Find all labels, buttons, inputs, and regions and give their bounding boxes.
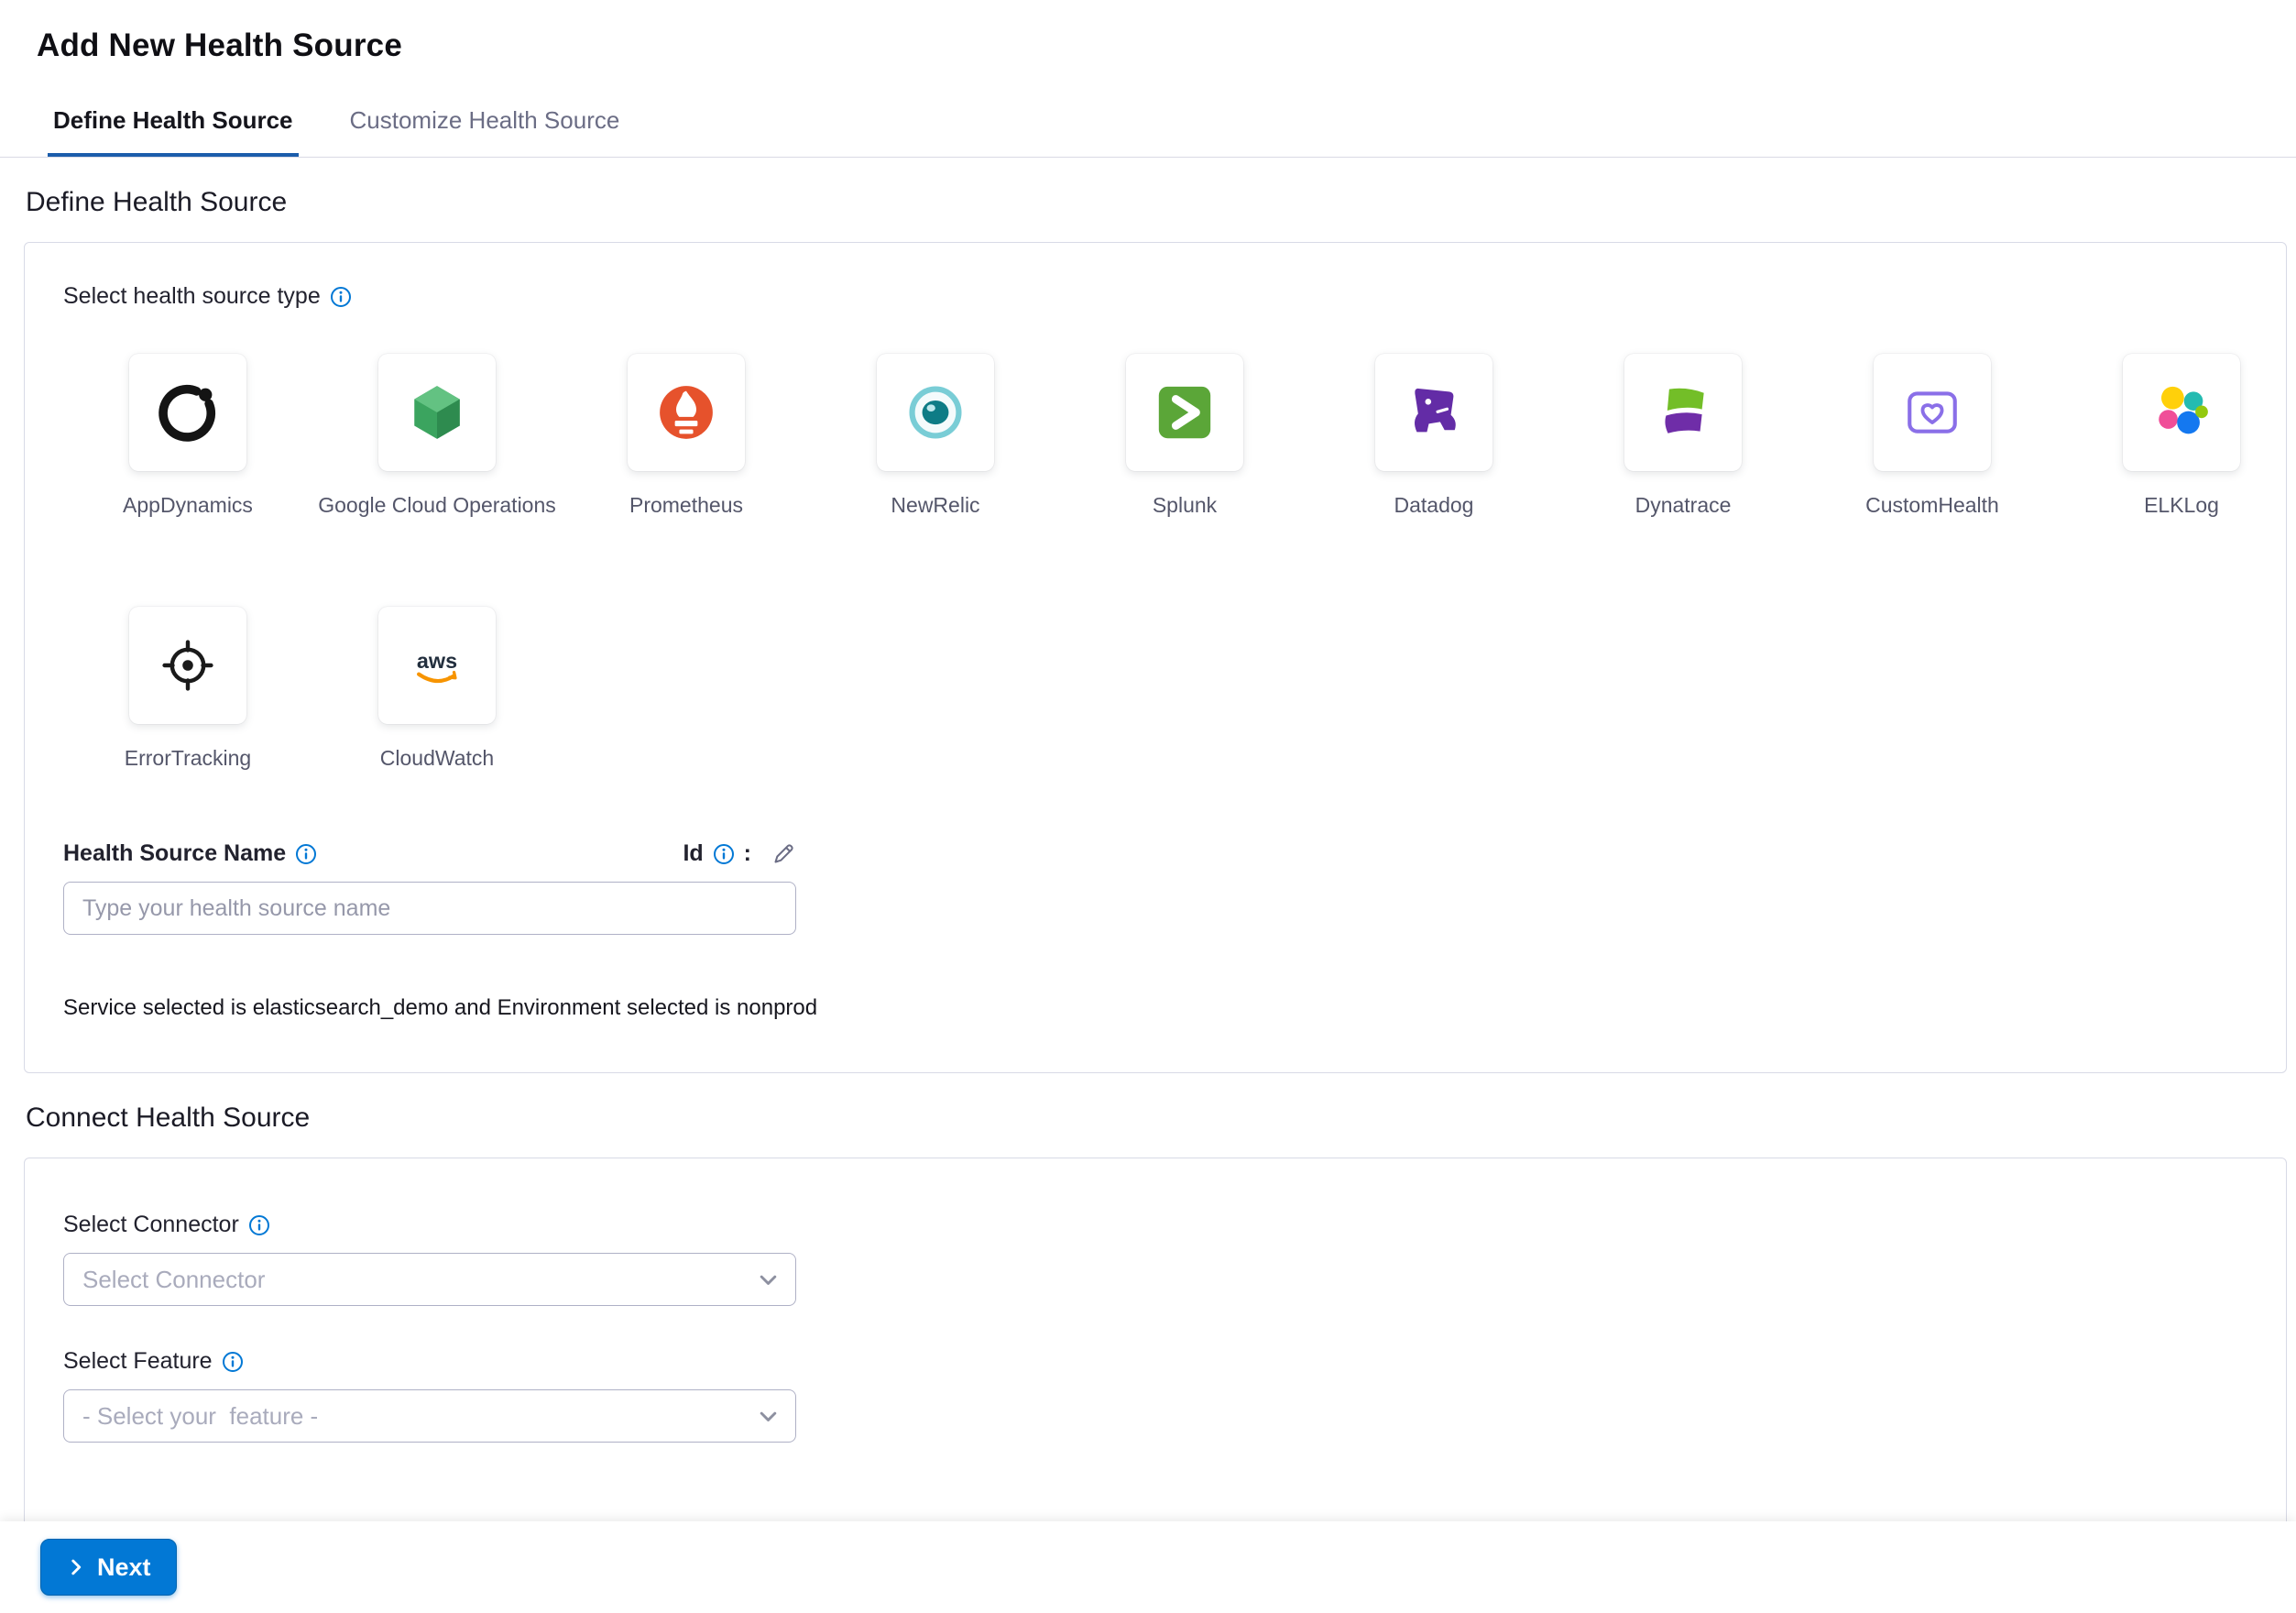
next-button-label: Next [97, 1553, 151, 1582]
health-source-name-label: Health Source Name [63, 840, 286, 867]
tab-customize-health-source[interactable]: Customize Health Source [344, 106, 626, 157]
health-source-type-grid: AppDynamics Google Cloud Operations [63, 354, 2249, 771]
select-connector-label-row: Select Connector [63, 1212, 2249, 1238]
health-source-option-google-cloud-operations[interactable]: Google Cloud Operations [318, 354, 556, 519]
select-type-label: Select health source type [63, 283, 321, 310]
page-header: Add New Health Source [0, 0, 2296, 86]
tile-label: Splunk [1153, 493, 1217, 519]
tile-label: CustomHealth [1865, 493, 1999, 519]
svg-text:aws: aws [417, 648, 457, 672]
info-icon[interactable] [295, 843, 317, 865]
select-type-label-row: Select health source type [63, 283, 2249, 310]
google-cloud-operations-logo-icon [378, 354, 496, 471]
connector-select[interactable]: Select Connector [63, 1253, 796, 1306]
page-title: Add New Health Source [37, 27, 2296, 64]
info-icon[interactable] [248, 1214, 270, 1236]
health-source-option-prometheus[interactable]: Prometheus [628, 354, 745, 519]
customhealth-logo-icon [1874, 354, 1991, 471]
health-source-name-input[interactable] [63, 882, 796, 935]
health-source-option-errortracking[interactable]: ErrorTracking [125, 607, 251, 772]
id-colon: : [744, 840, 751, 867]
datadog-logo-icon [1375, 354, 1492, 471]
splunk-logo-icon [1126, 354, 1243, 471]
tile-label: Dynatrace [1635, 493, 1732, 519]
tab-define-health-source[interactable]: Define Health Source [48, 106, 299, 157]
tile-label: NewRelic [891, 493, 979, 519]
dynatrace-logo-icon [1624, 354, 1742, 471]
feature-select[interactable]: - Select your feature - [63, 1389, 796, 1443]
info-icon[interactable] [330, 286, 352, 308]
select-feature-label: Select Feature [63, 1348, 213, 1375]
define-section-heading: Define Health Source [26, 187, 2296, 218]
aws-cloudwatch-logo-icon: aws [378, 607, 496, 724]
health-source-option-cloudwatch[interactable]: aws CloudWatch [378, 607, 496, 772]
tile-label: Google Cloud Operations [318, 493, 556, 519]
info-icon[interactable] [713, 843, 735, 865]
service-environment-note: Service selected is elasticsearch_demo a… [63, 995, 2249, 1021]
health-source-option-elklog[interactable]: ELKLog [2123, 354, 2240, 519]
health-source-option-datadog[interactable]: Datadog [1375, 354, 1492, 519]
tile-label: ELKLog [2144, 493, 2219, 519]
select-connector-label: Select Connector [63, 1212, 239, 1238]
tile-label: Datadog [1394, 493, 1474, 519]
health-source-option-customhealth[interactable]: CustomHealth [1865, 354, 1999, 519]
footer-bar: Next [0, 1521, 2296, 1613]
define-health-source-card: Select health source type AppDynamics [24, 242, 2287, 1073]
select-feature-label-row: Select Feature [63, 1348, 2249, 1375]
tile-label: AppDynamics [123, 493, 253, 519]
main-content: Define Health Source Select health sourc… [0, 187, 2296, 1590]
id-label-group: Id : [683, 840, 796, 867]
chevron-right-icon [66, 1557, 86, 1577]
health-source-option-splunk[interactable]: Splunk [1126, 354, 1243, 519]
tile-label: Prometheus [629, 493, 743, 519]
feature-select-placeholder: - Select your feature - [82, 1402, 318, 1431]
chevron-down-icon [756, 1267, 781, 1292]
health-source-name-label-group: Health Source Name [63, 840, 317, 867]
info-icon[interactable] [222, 1351, 244, 1373]
newrelic-logo-icon [877, 354, 994, 471]
id-label: Id [683, 840, 703, 867]
errortracking-logo-icon [129, 607, 246, 724]
health-source-option-dynatrace[interactable]: Dynatrace [1624, 354, 1742, 519]
health-source-option-appdynamics[interactable]: AppDynamics [123, 354, 253, 519]
add-health-source-page: Add New Health Source Define Health Sour… [0, 0, 2296, 1590]
tab-bar: Define Health Source Customize Health So… [0, 86, 2296, 158]
appdynamics-logo-icon [129, 354, 246, 471]
health-source-name-row: Health Source Name Id : [63, 840, 796, 867]
tile-label: CloudWatch [380, 746, 494, 772]
elastic-logo-icon [2123, 354, 2240, 471]
next-button[interactable]: Next [40, 1539, 177, 1596]
health-source-option-newrelic[interactable]: NewRelic [877, 354, 994, 519]
edit-id-pencil-icon[interactable] [771, 841, 796, 866]
prometheus-logo-icon [628, 354, 745, 471]
chevron-down-icon [756, 1404, 781, 1429]
tile-label: ErrorTracking [125, 746, 251, 772]
connector-select-placeholder: Select Connector [82, 1266, 265, 1294]
connect-section-heading: Connect Health Source [26, 1103, 2296, 1134]
